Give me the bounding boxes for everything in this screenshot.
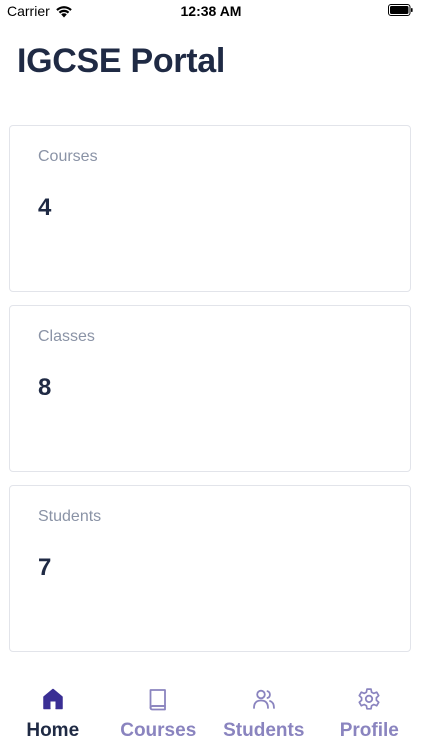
gear-icon <box>358 688 380 710</box>
app-screen: Carrier 12:38 AM IGCSE Portal Courses 4 … <box>0 0 422 750</box>
students-stat-card[interactable]: Students 7 <box>9 485 411 652</box>
card-value: 4 <box>38 194 52 221</box>
card-label: Students <box>38 508 102 525</box>
card-label: Classes <box>38 328 95 345</box>
tab-label: Students <box>223 720 305 741</box>
card-value: 7 <box>38 554 52 581</box>
page-title: IGCSE Portal <box>17 42 226 80</box>
tab-label: Courses <box>120 720 197 741</box>
status-bar: Carrier 12:38 AM <box>0 0 422 22</box>
tab-label: Profile <box>339 720 399 741</box>
tab-students[interactable]: Students <box>211 672 317 750</box>
book-icon <box>149 689 167 711</box>
tab-profile[interactable]: Profile <box>317 672 422 750</box>
card-value: 8 <box>38 374 52 401</box>
bottom-tab-bar: Home Courses Students Profile <box>0 672 422 750</box>
home-icon <box>43 688 63 710</box>
users-icon <box>252 689 275 709</box>
tab-label: Home <box>26 720 80 741</box>
tab-courses[interactable]: Courses <box>106 672 212 750</box>
card-label: Courses <box>38 148 98 165</box>
status-time: 12:38 AM <box>180 3 242 19</box>
classes-stat-card[interactable]: Classes 8 <box>9 305 411 472</box>
tab-home[interactable]: Home <box>0 672 106 750</box>
battery-icon <box>388 4 413 16</box>
courses-stat-card[interactable]: Courses 4 <box>9 125 411 292</box>
